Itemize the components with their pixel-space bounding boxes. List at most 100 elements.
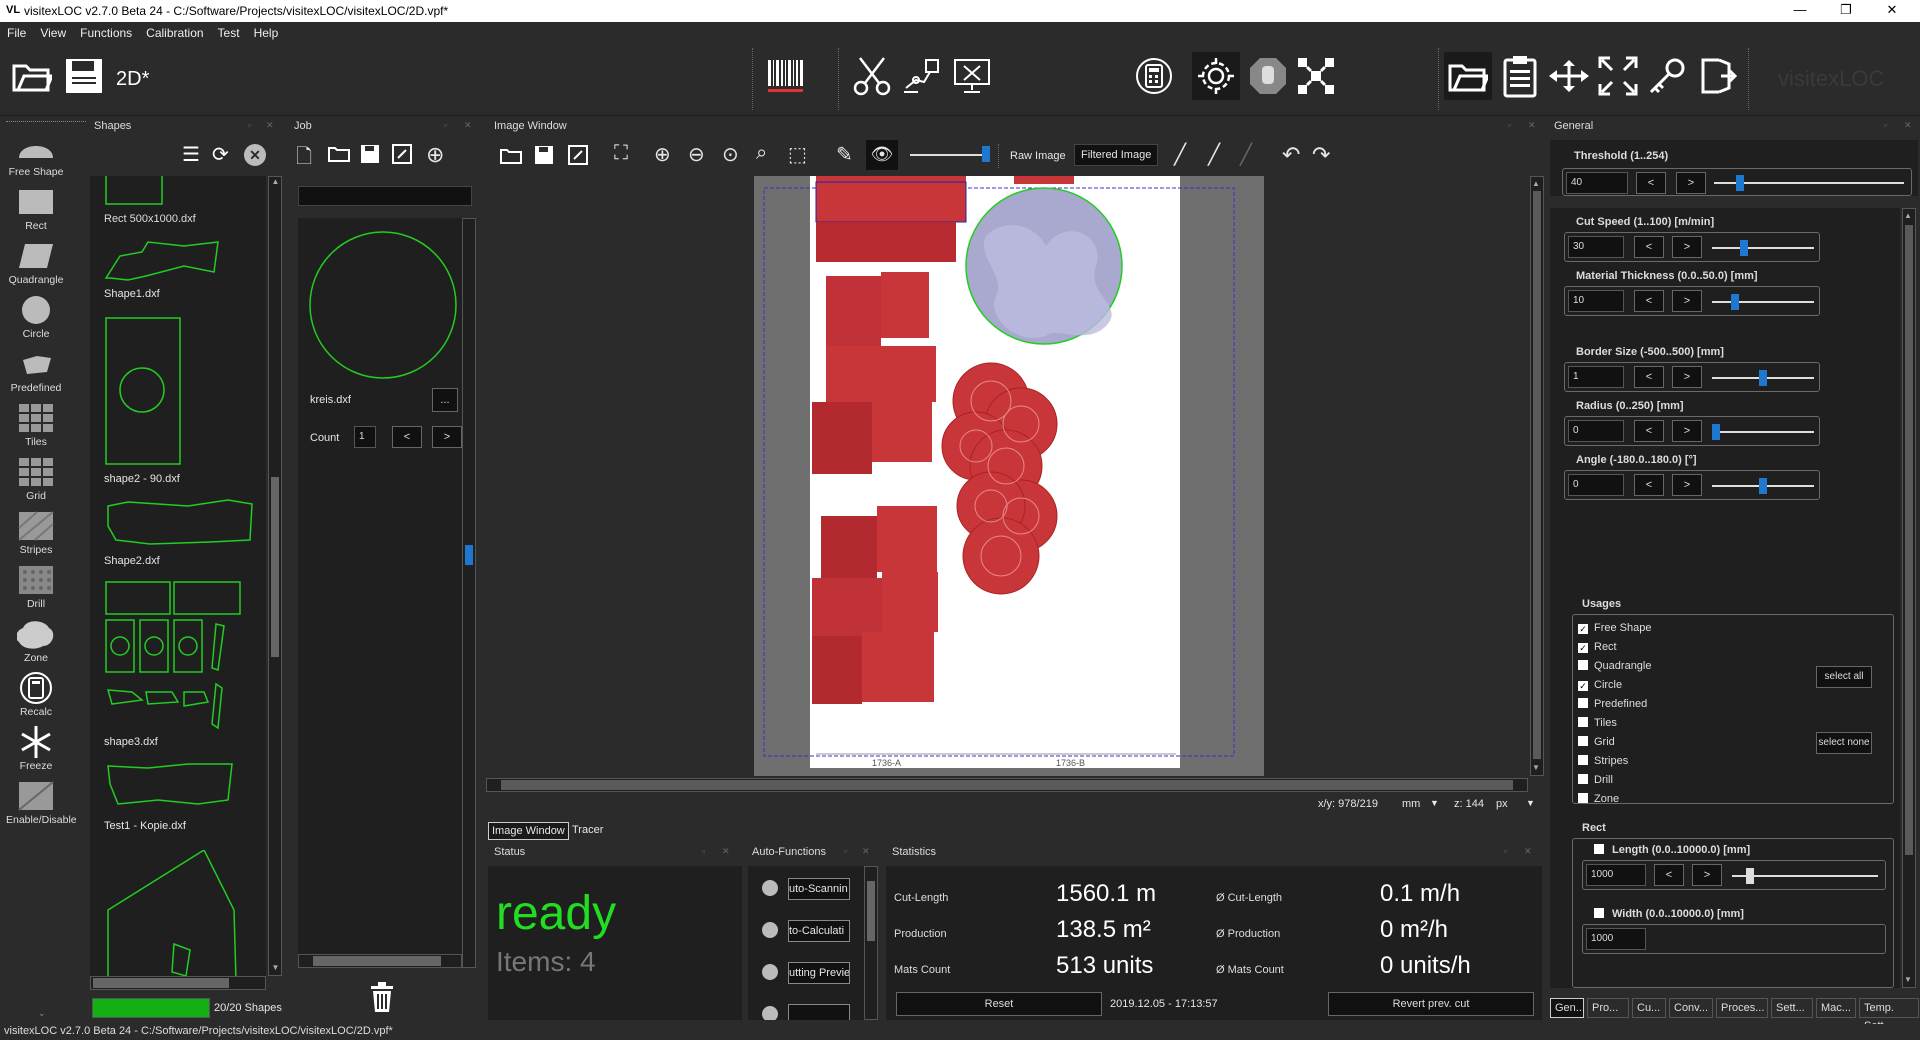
width-checkbox[interactable] [1594,908,1610,920]
count-input[interactable]: 1 [354,426,376,448]
panel-close-icon[interactable]: ✕ [266,120,274,131]
opacity-slider-knob[interactable] [982,146,990,162]
thickness-slider[interactable] [1712,301,1814,303]
enable-disable-tool[interactable]: Enable/Disable [6,780,77,826]
auto-functions-scrollbar[interactable] [864,866,878,1020]
shape-thumb-shape3[interactable] [104,580,244,730]
open-image-icon[interactable] [500,146,522,167]
float-icon[interactable]: ▫ [1884,120,1887,130]
expand-icon[interactable] [1594,52,1642,100]
length-input[interactable]: 1000 [1586,864,1646,886]
cut-speed-slider-knob[interactable] [1740,240,1748,256]
unit-select[interactable]: mm [1402,798,1420,810]
checkbox-box[interactable] [1578,660,1588,670]
shape-thumb-shape1[interactable] [104,238,244,284]
general-tab[interactable]: Conv... [1669,998,1713,1018]
length-prev-button[interactable]: < [1654,864,1684,886]
line-tool2-icon[interactable]: ╱ [1208,142,1220,167]
width-input[interactable]: 1000 [1586,928,1646,950]
shape-label[interactable]: shape2 - 90.dxf [104,473,180,485]
scroll-thumb[interactable] [867,881,875,941]
hscroll-thumb[interactable] [93,978,229,988]
image-vscrollbar[interactable]: ▲ ▼ [1530,176,1544,776]
barcode-icon[interactable] [762,52,810,100]
shape-label[interactable]: Test1 - Kopie.dxf [104,820,186,832]
save-image-icon[interactable] [534,145,554,168]
auto-settings-icon[interactable] [1192,52,1240,100]
angle-input[interactable]: 0 [1568,474,1624,496]
auto-calculation-button[interactable]: to-Calculati [788,920,850,942]
scissors-icon[interactable] [848,52,896,100]
border-size-input[interactable]: 1 [1568,366,1624,388]
general-tab[interactable]: Cu... [1632,998,1666,1018]
shape-label[interactable]: shape3.dxf [104,736,158,748]
thickness-slider-knob[interactable] [1731,294,1739,310]
free-shape-tool[interactable]: Free Shape [6,132,66,178]
zoom-in-icon[interactable]: ⊕ [654,142,671,167]
auto-function-button[interactable] [788,1004,850,1020]
menu-help[interactable]: Help [247,22,286,44]
exit-icon[interactable] [1693,52,1741,100]
calculator-icon[interactable] [1130,52,1178,100]
checkbox-box[interactable] [1578,717,1588,727]
predefined-tool[interactable]: Predefined [6,348,66,394]
usage-checkbox[interactable]: Stripes [1578,755,1628,767]
monitor-cut-icon[interactable] [948,52,996,100]
zoom-fit-icon[interactable]: ⊙ [722,142,739,167]
auto-scanning-button[interactable]: uto-Scannin [788,878,850,900]
trash-icon[interactable] [370,982,394,1015]
panel-close-icon[interactable]: ✕ [722,846,730,857]
maximize-button[interactable]: ❐ [1823,0,1869,22]
hscroll-thumb[interactable] [313,956,441,966]
scroll-thumb[interactable] [1905,225,1913,855]
move-arrows-icon[interactable] [1545,52,1593,100]
threshold-next-button[interactable]: > [1676,172,1706,194]
panel-close-icon[interactable]: ✕ [1528,120,1536,131]
zone-tool[interactable]: Zone [6,618,66,664]
scroll-thumb[interactable] [271,477,279,657]
count-next-button[interactable]: > [432,426,462,448]
revert-button[interactable]: Revert prev. cut [1328,992,1534,1016]
checkbox-box[interactable]: ✓ [1578,681,1588,691]
angle-prev-button[interactable]: < [1634,474,1664,496]
usage-checkbox[interactable]: ✓ Rect [1578,641,1617,653]
job-thumb-circle[interactable] [308,230,458,380]
checkbox-box[interactable]: ✓ [1578,624,1588,634]
shape-thumb-shape2-90[interactable] [104,316,184,468]
panel-close-icon[interactable]: ✕ [862,846,870,857]
rect-tool[interactable]: Rect [6,186,66,232]
export-image-icon[interactable] [568,145,588,168]
shapes-scrollbar[interactable]: ▲ ▼ [268,176,282,976]
usage-checkbox[interactable]: Drill [1578,774,1613,786]
scroll-down-icon[interactable]: ▼ [1532,763,1540,772]
key-icon[interactable] [1643,52,1691,100]
zoom-search-icon[interactable]: ⌕ [756,142,767,165]
scroll-down-icon[interactable]: ▼ [270,963,281,972]
brush-icon[interactable]: ✎ [836,142,853,167]
thickness-prev-button[interactable]: < [1634,290,1664,312]
freeze-tool[interactable]: Freeze [6,726,66,772]
menu-test[interactable]: Test [211,22,247,44]
save-icon[interactable] [60,52,108,100]
remove-icon[interactable]: ✕ [244,144,266,166]
image-canvas[interactable]: 1736-A 1736-B [486,176,1528,776]
usage-checkbox[interactable]: ✓ Circle [1578,679,1622,691]
float-icon[interactable]: ▫ [844,846,847,856]
list-icon[interactable]: ☰ [182,142,200,167]
tiles-tool[interactable]: Tiles [6,402,66,448]
radius-slider[interactable] [1712,431,1814,433]
checkbox-box[interactable] [1578,774,1588,784]
usage-checkbox[interactable]: Tiles [1578,717,1617,729]
checkbox-box[interactable] [1578,755,1588,765]
checkbox-box[interactable] [1578,736,1588,746]
reset-button[interactable]: Reset [896,992,1102,1016]
general-tab[interactable]: Temp. Sett... [1859,998,1919,1032]
radius-input[interactable]: 0 [1568,420,1624,442]
job-scrollbar[interactable] [462,218,476,968]
job-search-input[interactable] [298,186,472,206]
line-tool-icon[interactable]: ╱ [1174,142,1186,167]
circle-tool[interactable]: Circle [6,294,66,340]
menu-file[interactable]: File [0,22,33,44]
stripes-tool[interactable]: Stripes [6,510,66,556]
minimize-button[interactable]: — [1777,0,1823,22]
